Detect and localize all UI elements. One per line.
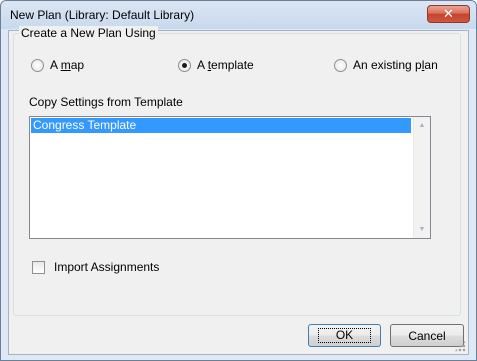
create-plan-groupbox: Create a New Plan Using A map A template… <box>13 26 461 316</box>
list-item[interactable]: Congress Template <box>31 118 411 133</box>
dialog-body: Create a New Plan Using A map A template… <box>8 26 469 355</box>
template-list-label: Copy Settings from Template <box>29 95 183 109</box>
radio-circle <box>334 58 347 72</box>
template-listbox[interactable]: Congress Template ▲ ▼ <box>29 116 431 239</box>
radio-a-map[interactable]: A map <box>31 58 84 72</box>
ok-button[interactable]: OK <box>308 324 381 347</box>
new-plan-dialog: New Plan (Library: Default Library) ✕ Cr… <box>0 0 477 361</box>
radio-label-existing-plan: An existing plan <box>353 58 438 72</box>
radio-label-a-map: A map <box>50 58 85 72</box>
radio-label-a-template: A template <box>197 58 254 72</box>
ok-button-label: OK <box>317 328 372 343</box>
groupbox-legend: Create a New Plan Using <box>19 26 158 40</box>
close-icon: ✕ <box>443 6 454 21</box>
checkbox-box <box>32 260 45 274</box>
vertical-scrollbar[interactable]: ▲ ▼ <box>413 117 430 238</box>
cancel-button[interactable]: Cancel <box>390 324 464 347</box>
radio-existing-plan[interactable]: An existing plan <box>334 58 438 72</box>
import-assignments-checkbox[interactable]: Import Assignments <box>32 260 159 274</box>
scroll-down-arrow-icon[interactable]: ▼ <box>414 221 430 238</box>
close-button[interactable]: ✕ <box>427 5 470 23</box>
title-bar[interactable]: New Plan (Library: Default Library) ✕ <box>1 1 476 29</box>
radio-a-template[interactable]: A template <box>178 58 254 72</box>
import-assignments-label: Import Assignments <box>54 260 160 274</box>
radio-circle-checked <box>178 58 191 72</box>
window-title: New Plan (Library: Default Library) <box>10 8 195 22</box>
cancel-button-label: Cancel <box>408 328 446 343</box>
radio-circle <box>31 58 44 72</box>
scroll-up-arrow-icon[interactable]: ▲ <box>414 117 430 134</box>
